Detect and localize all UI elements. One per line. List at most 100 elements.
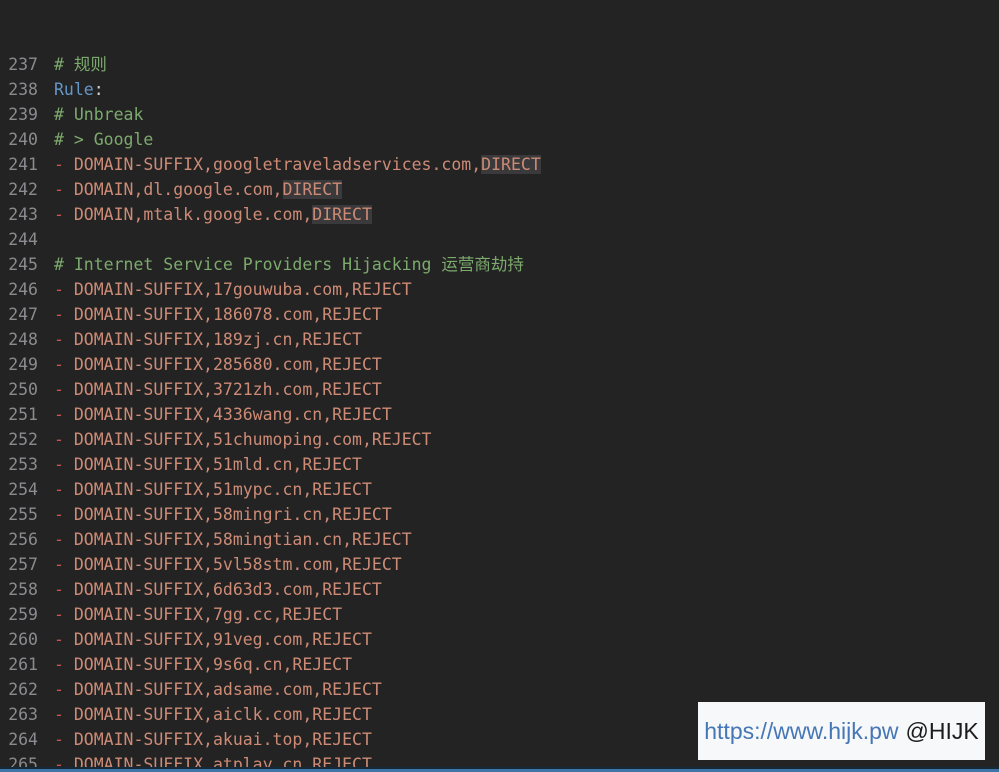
token: - [54, 555, 74, 574]
code-line-content: - DOMAIN-SUFFIX,googletraveladservices.c… [38, 152, 541, 177]
token: - [54, 205, 74, 224]
token: - [54, 305, 74, 324]
token: # > Google [54, 130, 154, 149]
line-number: 254 [8, 480, 38, 499]
token: - [54, 155, 74, 174]
line-number: 258 [8, 580, 38, 599]
line-number: 239 [8, 105, 38, 124]
code-line: 253- DOMAIN-SUFFIX,51mld.cn,REJECT [0, 452, 999, 477]
code-line-content: - DOMAIN-SUFFIX,6d63d3.com,REJECT [38, 577, 382, 602]
line-number: 249 [8, 355, 38, 374]
token: DOMAIN-SUFFIX,9s6q.cn,REJECT [73, 655, 353, 674]
token: DIRECT [481, 155, 541, 174]
code-lines-container: 237 # 规则 238 Rule: 239 # Unbreak 240 # > Google… [0, 52, 999, 772]
token: DOMAIN-SUFFIX,17gouwuba.com,REJECT [73, 280, 412, 299]
line-number: 248 [8, 330, 38, 349]
code-line: 247- DOMAIN-SUFFIX,186078.com,REJECT [0, 302, 999, 327]
token: - [54, 605, 74, 624]
token: DIRECT [282, 180, 343, 199]
token: DOMAIN-SUFFIX,51chumoping.com,REJECT [73, 430, 432, 449]
token: DOMAIN-SUFFIX,285680.com,REJECT [73, 355, 382, 374]
code-line-content: - DOMAIN-SUFFIX,186078.com,REJECT [38, 302, 382, 327]
token: - [54, 505, 74, 524]
token: - [54, 405, 74, 424]
token: # 规则 [54, 55, 107, 74]
token: DOMAIN-SUFFIX,91veg.com,REJECT [73, 630, 372, 649]
token: - [54, 355, 74, 374]
token: # Internet Service Providers Hijacking 运… [54, 255, 524, 274]
code-line-content: - DOMAIN-SUFFIX,adsame.com,REJECT [38, 677, 382, 702]
line-number: 253 [8, 455, 38, 474]
code-line: 259- DOMAIN-SUFFIX,7gg.cc,REJECT [0, 602, 999, 627]
code-line-content: - DOMAIN-SUFFIX,285680.com,REJECT [38, 352, 382, 377]
token: DOMAIN-SUFFIX,189zj.cn,REJECT [73, 330, 362, 349]
code-line-content: - DOMAIN-SUFFIX,7gg.cc,REJECT [38, 602, 342, 627]
token: - [54, 580, 74, 599]
token: DOMAIN-SUFFIX,3721zh.com,REJECT [73, 380, 382, 399]
token: DOMAIN-SUFFIX,58mingri.cn,REJECT [73, 505, 392, 524]
code-line: 257- DOMAIN-SUFFIX,5vl58stm.com,REJECT [0, 552, 999, 577]
code-line-content: - DOMAIN-SUFFIX,51chumoping.com,REJECT [38, 427, 432, 452]
token: - [54, 730, 74, 749]
code-line: 260- DOMAIN-SUFFIX,91veg.com,REJECT [0, 627, 999, 652]
token: DOMAIN-SUFFIX,58mingtian.cn,REJECT [73, 530, 412, 549]
token: DOMAIN-SUFFIX,6d63d3.com,REJECT [73, 580, 382, 599]
code-line: 262- DOMAIN-SUFFIX,adsame.com,REJECT [0, 677, 999, 702]
code-line: 254- DOMAIN-SUFFIX,51mypc.cn,REJECT [0, 477, 999, 502]
code-line: 250- DOMAIN-SUFFIX,3721zh.com,REJECT [0, 377, 999, 402]
token: DIRECT [312, 205, 372, 224]
line-number: 241 [8, 155, 38, 174]
line-number: 240 [8, 130, 38, 149]
code-line: 240 # > Google [0, 127, 999, 152]
code-line: 252- DOMAIN-SUFFIX,51chumoping.com,REJEC… [0, 427, 999, 452]
token: DOMAIN-SUFFIX,adsame.com,REJECT [73, 680, 382, 699]
code-line-content: - DOMAIN-SUFFIX,91veg.com,REJECT [38, 627, 372, 652]
code-line: 245 # Internet Service Providers Hijackin… [0, 252, 999, 277]
code-line: 258- DOMAIN-SUFFIX,6d63d3.com,REJECT [0, 577, 999, 602]
code-line-content: - DOMAIN-SUFFIX,51mypc.cn,REJECT [38, 477, 372, 502]
code-line-content: - DOMAIN-SUFFIX,58mingtian.cn,REJECT [38, 527, 412, 552]
watermark-link[interactable]: https://www.hijk.pw [704, 718, 898, 744]
token: - [54, 455, 74, 474]
watermark-badge: https://www.hijk.pw @HIJK [698, 702, 985, 760]
code-line: 237 # 规则 [0, 52, 999, 77]
bottom-edge-bar [0, 767, 999, 772]
line-number: 243 [8, 205, 38, 224]
token: DOMAIN-SUFFIX,googletraveladservices.com… [73, 155, 482, 174]
code-line-content: Rule: [38, 77, 104, 102]
line-number: 250 [8, 380, 38, 399]
token: Rule [54, 80, 94, 99]
token: DOMAIN-SUFFIX,51mld.cn,REJECT [73, 455, 362, 474]
code-line: 241- DOMAIN-SUFFIX,googletraveladservice… [0, 152, 999, 177]
token: - [54, 430, 74, 449]
line-number: 261 [8, 655, 38, 674]
line-number: 238 [8, 80, 38, 99]
code-line-content: - DOMAIN-SUFFIX,3721zh.com,REJECT [38, 377, 382, 402]
code-line: 251- DOMAIN-SUFFIX,4336wang.cn,REJECT [0, 402, 999, 427]
line-number: 245 [8, 255, 38, 274]
code-line-content: - DOMAIN-SUFFIX,189zj.cn,REJECT [38, 327, 362, 352]
code-line: 244 [0, 227, 999, 252]
code-line-content: - DOMAIN-SUFFIX,17gouwuba.com,REJECT [38, 277, 412, 302]
code-line-content: - DOMAIN-SUFFIX,4336wang.cn,REJECT [38, 402, 392, 427]
code-line: 255- DOMAIN-SUFFIX,58mingri.cn,REJECT [0, 502, 999, 527]
token: - [54, 655, 74, 674]
code-line: 238 Rule: [0, 77, 999, 102]
code-line-content: # Internet Service Providers Hijacking 运… [38, 252, 524, 277]
token: - [54, 680, 74, 699]
line-number: 264 [8, 730, 38, 749]
token: DOMAIN,mtalk.google.com, [73, 205, 313, 224]
code-line-content: - DOMAIN-SUFFIX,5vl58stm.com,REJECT [38, 552, 402, 577]
code-line-content: # > Google [38, 127, 153, 152]
line-number: 251 [8, 405, 38, 424]
code-line: 243- DOMAIN,mtalk.google.com,DIRECT [0, 202, 999, 227]
code-line-content: - DOMAIN,dl.google.com,DIRECT [38, 177, 343, 202]
line-number: 263 [8, 705, 38, 724]
token: : [93, 80, 104, 99]
token: - [54, 705, 74, 724]
code-editor[interactable]: 237 # 规则 238 Rule: 239 # Unbreak 240 # > Google… [0, 0, 999, 772]
token: DOMAIN-SUFFIX,5vl58stm.com,REJECT [73, 555, 402, 574]
token: DOMAIN-SUFFIX,akuai.top,REJECT [73, 730, 372, 749]
code-line: 239 # Unbreak [0, 102, 999, 127]
line-number: 242 [8, 180, 38, 199]
